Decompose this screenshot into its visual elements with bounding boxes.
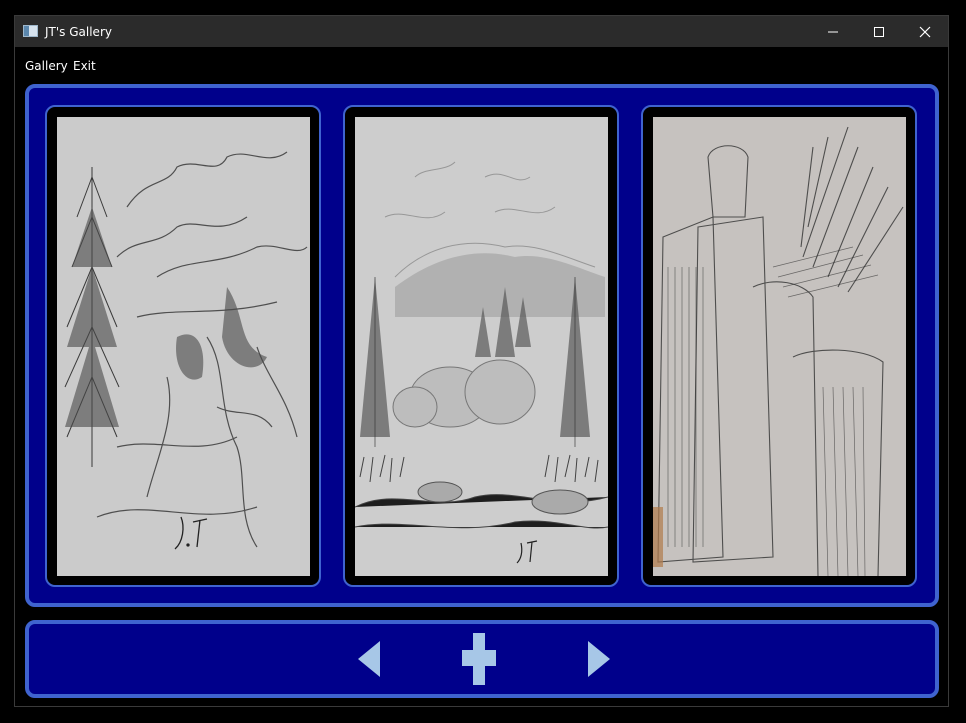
previous-button[interactable] xyxy=(347,624,391,694)
menu-gallery[interactable]: Gallery xyxy=(25,58,68,74)
minimize-button[interactable] xyxy=(810,16,856,47)
triangle-right-icon xyxy=(588,641,610,677)
next-button[interactable] xyxy=(577,624,621,694)
sketch-image-forest-boulders[interactable] xyxy=(355,117,608,576)
sketch-image-trees-lake[interactable] xyxy=(57,117,310,576)
navigation-panel xyxy=(25,620,939,698)
image-frame-2[interactable] xyxy=(343,105,619,587)
triangle-left-icon xyxy=(358,641,380,677)
title-bar[interactable]: JT's Gallery xyxy=(15,16,948,47)
minimize-icon xyxy=(828,31,838,32)
gallery-panel xyxy=(25,84,939,607)
sketch-image-still-life[interactable] xyxy=(653,117,906,576)
image-frame-1[interactable] xyxy=(45,105,321,587)
close-button[interactable] xyxy=(902,16,948,47)
menu-exit[interactable]: Exit xyxy=(73,58,96,74)
maximize-icon xyxy=(874,26,884,37)
close-icon xyxy=(919,26,931,37)
maximize-button[interactable] xyxy=(856,16,902,47)
app-window-icon xyxy=(23,25,38,37)
window-title: JT's Gallery xyxy=(45,25,112,39)
menu-bar: Gallery Exit xyxy=(15,47,948,81)
app-window: JT's Gallery Gallery Exit xyxy=(14,15,949,707)
image-frame-3[interactable] xyxy=(641,105,917,587)
add-button[interactable] xyxy=(457,624,501,694)
plus-icon xyxy=(462,633,496,685)
